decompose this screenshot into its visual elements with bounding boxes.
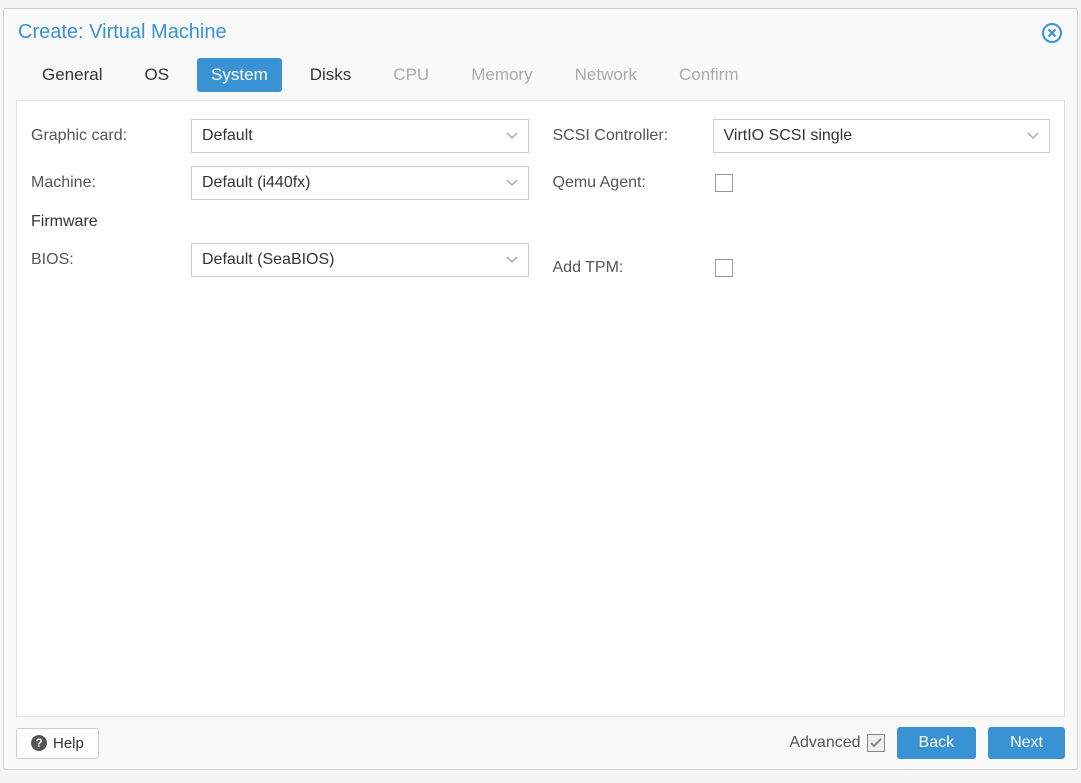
chevron-down-icon xyxy=(506,251,518,269)
tab-os[interactable]: OS xyxy=(130,58,183,92)
bios-value: Default (SeaBIOS) xyxy=(202,251,335,269)
add-tpm-label: Add TPM: xyxy=(553,259,713,277)
footer-right: Advanced Back Next xyxy=(789,727,1065,759)
check-icon xyxy=(870,738,882,748)
wizard-tabs: General OS System Disks CPU Memory Netwo… xyxy=(4,52,1077,92)
scsi-controller-row: SCSI Controller: VirtIO SCSI single xyxy=(553,119,1051,153)
spacer xyxy=(553,213,1051,251)
qemu-agent-row: Qemu Agent: xyxy=(553,166,1051,200)
machine-value: Default (i440fx) xyxy=(202,174,311,192)
help-icon: ? xyxy=(31,735,47,751)
help-button[interactable]: ? Help xyxy=(16,728,99,759)
chevron-down-icon xyxy=(506,127,518,145)
advanced-checkbox[interactable] xyxy=(867,734,885,752)
tab-cpu: CPU xyxy=(379,58,443,92)
advanced-label: Advanced xyxy=(789,734,860,752)
machine-label: Machine: xyxy=(31,174,191,192)
chevron-down-icon xyxy=(1027,127,1039,145)
add-tpm-checkbox[interactable] xyxy=(715,259,733,277)
left-column: Graphic card: Default Machine: Default (… xyxy=(31,119,529,698)
tab-disks[interactable]: Disks xyxy=(296,58,366,92)
scsi-controller-select[interactable]: VirtIO SCSI single xyxy=(713,119,1051,153)
back-button[interactable]: Back xyxy=(897,727,977,759)
dialog-footer: ? Help Advanced Back Next xyxy=(4,727,1077,769)
tab-network: Network xyxy=(561,58,651,92)
firmware-section-label: Firmware xyxy=(31,213,529,231)
tab-system[interactable]: System xyxy=(197,58,282,92)
graphic-card-row: Graphic card: Default xyxy=(31,119,529,153)
next-button[interactable]: Next xyxy=(988,727,1065,759)
graphic-card-label: Graphic card: xyxy=(31,127,191,145)
bios-select[interactable]: Default (SeaBIOS) xyxy=(191,243,529,277)
machine-select[interactable]: Default (i440fx) xyxy=(191,166,529,200)
qemu-agent-checkbox[interactable] xyxy=(715,174,733,192)
advanced-toggle[interactable]: Advanced xyxy=(789,734,884,752)
machine-row: Machine: Default (i440fx) xyxy=(31,166,529,200)
system-panel: Graphic card: Default Machine: Default (… xyxy=(16,100,1065,717)
graphic-card-select[interactable]: Default xyxy=(191,119,529,153)
create-vm-dialog: Create: Virtual Machine General OS Syste… xyxy=(3,8,1078,770)
bios-label: BIOS: xyxy=(31,251,191,269)
chevron-down-icon xyxy=(506,174,518,192)
dialog-header: Create: Virtual Machine xyxy=(4,9,1077,52)
qemu-agent-label: Qemu Agent: xyxy=(553,174,713,192)
right-column: SCSI Controller: VirtIO SCSI single Qemu… xyxy=(553,119,1051,698)
add-tpm-row: Add TPM: xyxy=(553,251,1051,285)
bios-row: BIOS: Default (SeaBIOS) xyxy=(31,243,529,277)
tab-general[interactable]: General xyxy=(28,58,116,92)
graphic-card-value: Default xyxy=(202,127,253,145)
scsi-controller-label: SCSI Controller: xyxy=(553,127,713,145)
close-icon xyxy=(1042,23,1062,43)
close-button[interactable] xyxy=(1041,22,1063,44)
dialog-title: Create: Virtual Machine xyxy=(18,21,227,44)
help-label: Help xyxy=(53,735,84,752)
tab-memory: Memory xyxy=(457,58,546,92)
tab-confirm: Confirm xyxy=(665,58,753,92)
scsi-controller-value: VirtIO SCSI single xyxy=(724,127,853,145)
